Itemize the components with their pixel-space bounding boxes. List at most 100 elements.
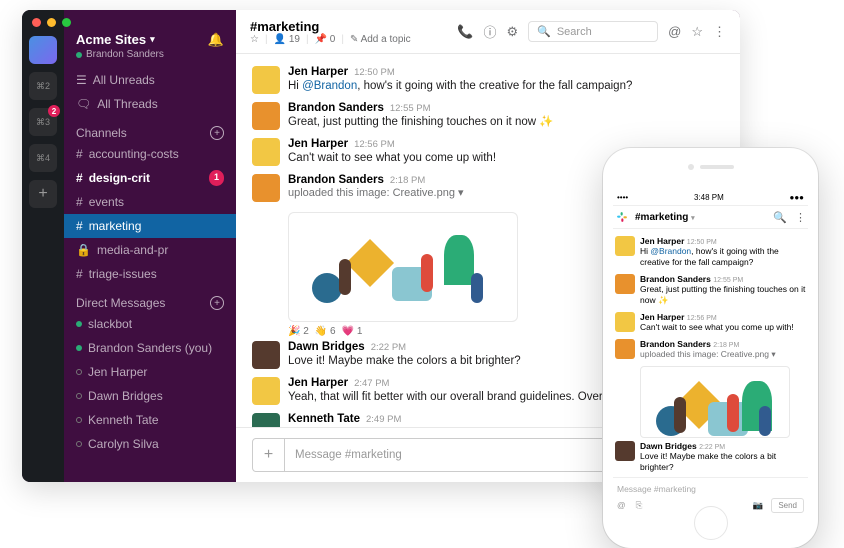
msg-author: Kenneth Tate <box>288 413 360 425</box>
phone-channel-title[interactable]: #marketing ▾ <box>635 212 695 223</box>
channel-media-and-pr[interactable]: 🔒 media-and-pr <box>64 238 236 262</box>
phone-send-button[interactable]: Send <box>771 498 804 513</box>
phone-attach-icon[interactable]: ⎘ <box>636 500 643 511</box>
star-header-icon[interactable]: ☆ <box>691 24 703 40</box>
message: Jen Harper 12:50 PMHi @Brandon, how's it… <box>252 62 724 98</box>
mention[interactable]: @Brandon <box>650 246 691 256</box>
channel-design-crit[interactable]: # design-crit1 <box>64 166 236 190</box>
search-input[interactable]: 🔍 Search <box>528 21 658 42</box>
mentions-icon[interactable]: @ <box>668 24 681 39</box>
phone-message-input[interactable]: Message #marketing <box>613 482 808 496</box>
avatar <box>615 441 635 461</box>
msg-text: uploaded this image: Creative.png ▾ <box>640 349 776 360</box>
msg-author: Brandon Sanders <box>640 339 711 349</box>
avatar <box>252 66 280 94</box>
avatar <box>252 377 280 405</box>
workspace-switch-2[interactable]: ⌘2 <box>29 72 57 100</box>
add-dm-icon[interactable]: + <box>210 296 224 310</box>
more-icon[interactable]: ⋮ <box>713 24 726 40</box>
member-count[interactable]: 👤 19 <box>274 34 300 45</box>
msg-time: 2:18 PM <box>390 175 425 186</box>
dm-dawn[interactable]: Dawn Bridges <box>64 384 236 408</box>
minimize-icon[interactable] <box>47 18 56 27</box>
all-threads[interactable]: 🗨 All Threads <box>64 92 236 116</box>
compose-attach-icon[interactable]: + <box>253 439 285 471</box>
home-button[interactable] <box>694 506 728 540</box>
add-workspace-button[interactable]: + <box>29 180 57 208</box>
channel-meta: ☆| 👤 19| 📌 0| ✎ Add a topic <box>250 34 411 45</box>
workspace-switch-3[interactable]: ⌘32 <box>29 108 57 136</box>
workspace-name[interactable]: Acme Sites ▾ <box>76 32 164 47</box>
phone-header: #marketing ▾ 🔍 ⋮ <box>613 206 808 229</box>
reaction[interactable]: 💗 1 <box>342 326 363 337</box>
msg-author: Dawn Bridges <box>640 441 697 451</box>
dms-section: Direct Messages+ <box>64 286 236 312</box>
avatar <box>615 339 635 359</box>
msg-time: 12:55 PM <box>713 277 743 284</box>
phone-statusbar: ••••3:48 PM●●● <box>613 192 808 206</box>
gear-icon[interactable]: ⚙ <box>506 24 518 40</box>
image-attachment[interactable] <box>288 212 518 322</box>
msg-text: Great, just putting the finishing touche… <box>640 284 806 306</box>
workspace-switch-1[interactable] <box>29 36 57 64</box>
channel-events[interactable]: # events <box>64 190 236 214</box>
msg-time: 12:56 PM <box>354 139 395 150</box>
msg-author: Brandon Sanders <box>288 102 384 114</box>
phone-more-icon[interactable]: ⋮ <box>795 211 806 224</box>
dm-slackbot[interactable]: slackbot <box>64 312 236 336</box>
workspace-rail: ⌘2 ⌘32 ⌘4 + <box>22 10 64 482</box>
info-icon[interactable]: ⓘ <box>483 22 496 41</box>
msg-author: Dawn Bridges <box>288 341 365 353</box>
channel-marketing[interactable]: # marketing <box>64 214 236 238</box>
msg-time: 12:56 PM <box>687 315 717 322</box>
reaction[interactable]: 🎉 2 <box>288 326 309 337</box>
avatar <box>252 174 280 202</box>
add-channel-icon[interactable]: + <box>210 126 224 140</box>
image-attachment[interactable] <box>640 366 790 438</box>
phone-message-list: Jen Harper 12:50 PMHi @Brandon, how's it… <box>613 229 808 477</box>
message: Brandon Sanders 12:55 PMGreat, just putt… <box>252 98 724 134</box>
msg-text: Hi @Brandon, how's it going with the cre… <box>288 78 724 94</box>
add-topic[interactable]: ✎ Add a topic <box>350 34 411 45</box>
maximize-icon[interactable] <box>62 18 71 27</box>
msg-author: Jen Harper <box>288 138 348 150</box>
msg-time: 2:18 PM <box>713 342 739 349</box>
workspace-switch-4[interactable]: ⌘4 <box>29 144 57 172</box>
pin-count[interactable]: 📌 0 <box>315 34 336 45</box>
phone-icon[interactable]: 📞 <box>457 24 473 40</box>
channel-accounting-costs[interactable]: # accounting-costs <box>64 142 236 166</box>
channel-triage-issues[interactable]: # triage-issues <box>64 262 236 286</box>
msg-time: 2:22 PM <box>699 444 725 451</box>
presence-dot <box>76 52 82 58</box>
sidebar: Acme Sites ▾ Brandon Sanders 🔔 ☰ All Unr… <box>64 10 236 482</box>
reaction[interactable]: 👋 6 <box>315 326 336 337</box>
window-controls <box>32 18 71 27</box>
message: Brandon Sanders 12:55 PMGreat, just putt… <box>615 271 806 309</box>
avatar <box>252 102 280 130</box>
channel-title[interactable]: #marketing <box>250 19 411 34</box>
msg-author: Jen Harper <box>288 377 348 389</box>
dm-kenneth[interactable]: Kenneth Tate <box>64 408 236 432</box>
msg-author: Jen Harper <box>640 236 684 246</box>
bell-icon[interactable]: 🔔 <box>208 32 224 48</box>
chevron-down-icon: ▾ <box>150 34 155 45</box>
channels-section: Channels+ <box>64 116 236 142</box>
msg-text: Can't wait to see what you come up with! <box>640 322 794 333</box>
avatar <box>252 138 280 166</box>
mention[interactable]: @Brandon <box>302 80 357 92</box>
avatar <box>252 341 280 369</box>
message: Jen Harper 12:56 PMCan't wait to see wha… <box>615 309 806 336</box>
all-unreads[interactable]: ☰ All Unreads <box>64 68 236 92</box>
star-icon[interactable]: ☆ <box>250 34 259 45</box>
msg-author: Brandon Sanders <box>288 174 384 186</box>
close-icon[interactable] <box>32 18 41 27</box>
dm-jen[interactable]: Jen Harper <box>64 360 236 384</box>
msg-text: Hi @Brandon, how's it going with the cre… <box>640 246 806 268</box>
dm-brandon[interactable]: Brandon Sanders (you) <box>64 336 236 360</box>
msg-text: Great, just putting the finishing touche… <box>288 114 724 130</box>
phone-search-icon[interactable]: 🔍 <box>773 211 787 224</box>
phone-mention-icon[interactable]: @ <box>617 500 626 511</box>
phone-camera-icon[interactable]: 📷 <box>753 500 764 511</box>
dm-carolyn[interactable]: Carolyn Silva <box>64 432 236 456</box>
avatar <box>252 413 280 427</box>
